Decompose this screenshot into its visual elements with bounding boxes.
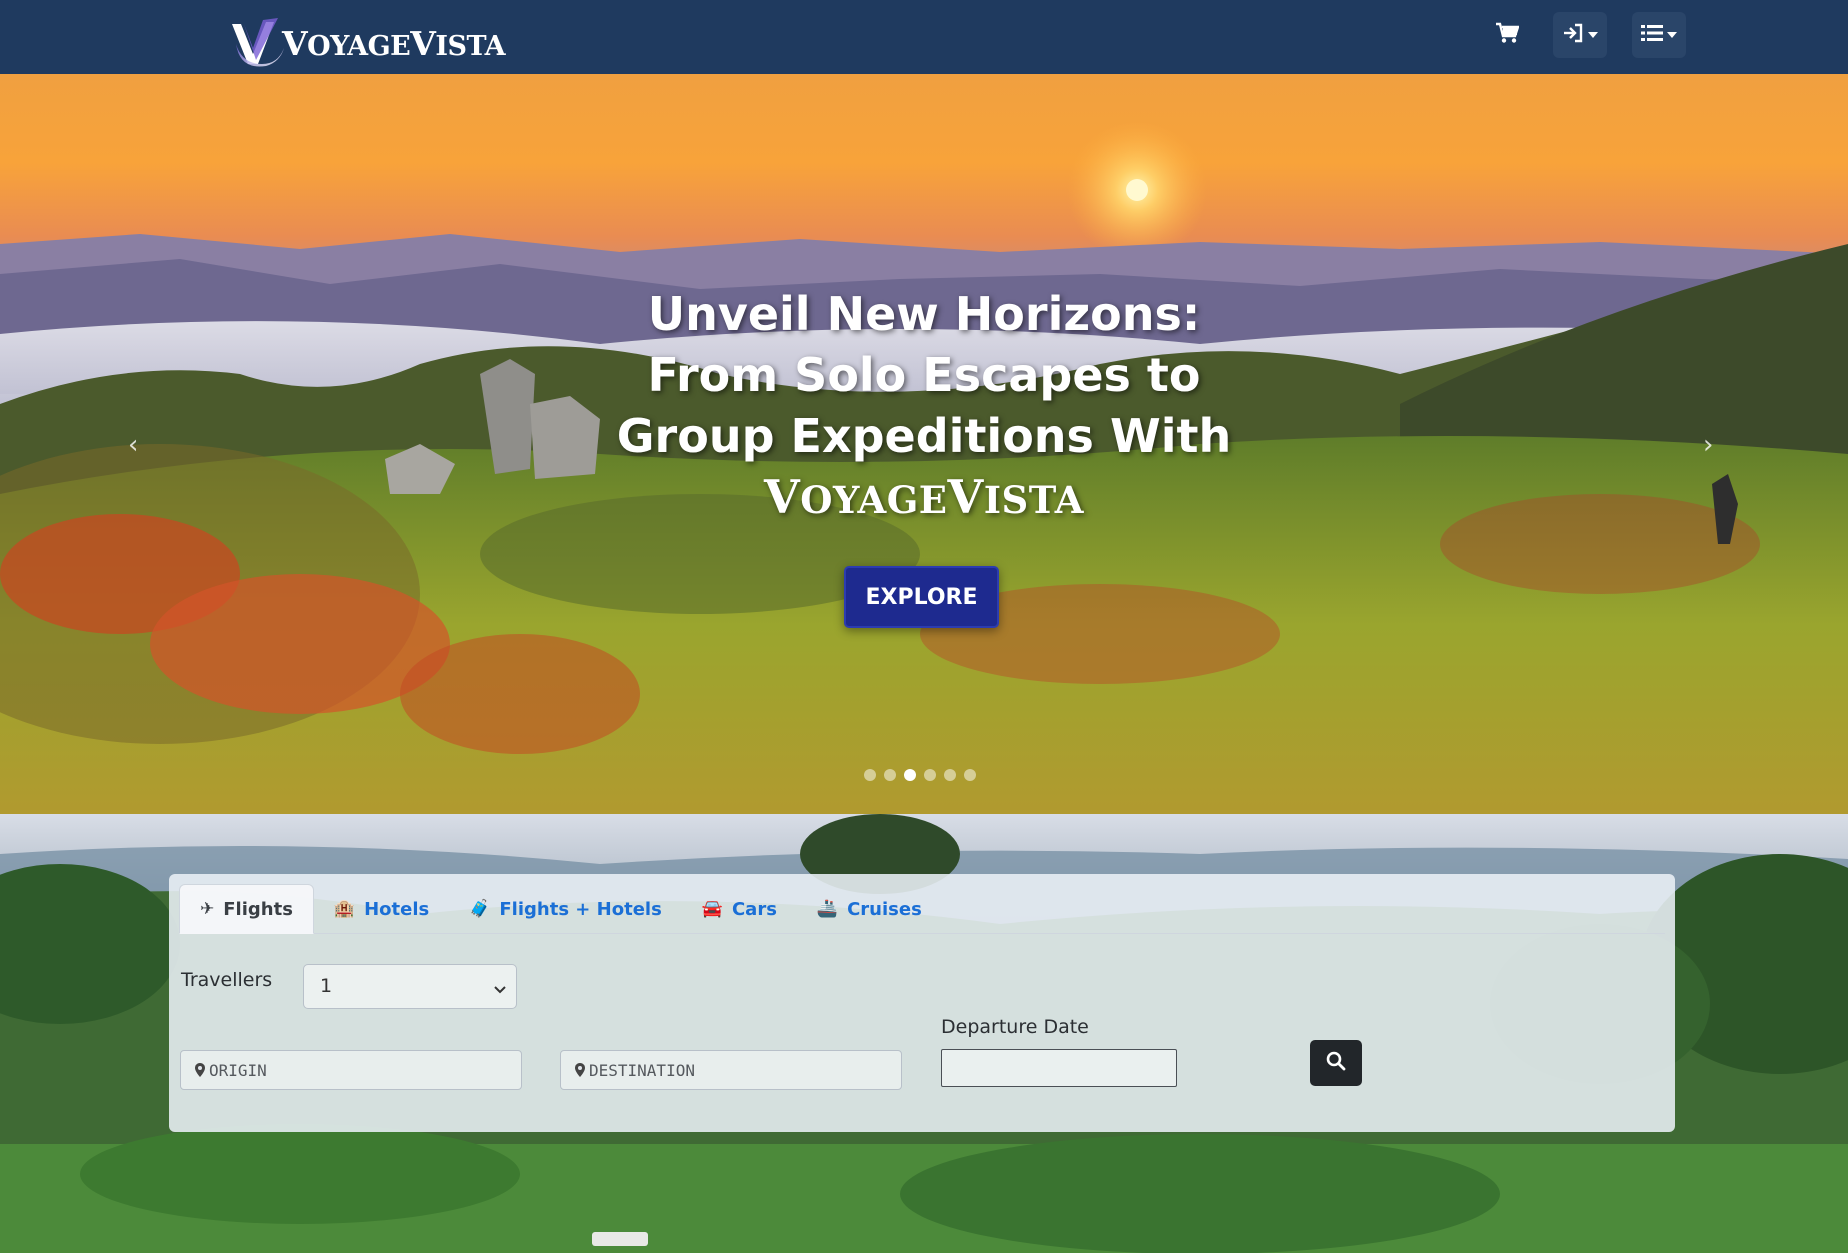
carousel-next-button[interactable]: › — [1703, 430, 1713, 460]
brand-name: VOYAGEVISTA — [282, 23, 506, 63]
tab-flights[interactable]: ✈ Flights — [179, 884, 314, 934]
departure-date-input[interactable] — [941, 1049, 1177, 1087]
hero-heading-line: Unveil New Horizons: — [647, 287, 1201, 341]
carousel-indicator[interactable] — [964, 769, 976, 781]
hero-heading-brand: VOYAGEVISTA — [764, 470, 1084, 524]
carousel-indicator-active[interactable] — [904, 769, 916, 781]
chevron-down-icon — [1588, 32, 1598, 38]
hero-heading: Unveil New Horizons: From Solo Escapes t… — [574, 284, 1274, 531]
search-panel: ✈ Flights 🏨 Hotels 🧳 Flights + Hotels 🚘 … — [169, 874, 1675, 1132]
cart-button[interactable] — [1490, 12, 1524, 58]
map-marker-icon — [575, 1063, 585, 1077]
carousel-indicator[interactable] — [864, 769, 876, 781]
list-icon — [1641, 24, 1663, 46]
origin-input[interactable]: ORIGIN — [180, 1050, 522, 1090]
login-dropdown-button[interactable] — [1553, 12, 1607, 58]
tab-cars[interactable]: 🚘 Cars — [682, 884, 797, 934]
sign-in-icon — [1562, 23, 1584, 47]
hero-heading-line: Group Expeditions With — [616, 409, 1232, 463]
luggage-icon: 🧳 — [469, 899, 491, 919]
carousel-indicator[interactable] — [944, 769, 956, 781]
carousel-indicator[interactable] — [884, 769, 896, 781]
car-icon: 🚘 — [701, 899, 723, 919]
hero-carousel: ‹ › Unveil New Horizons: From Solo Escap… — [0, 74, 1848, 814]
brand-logo-link[interactable]: VOYAGEVISTA — [226, 14, 506, 70]
tab-cruises[interactable]: 🚢 Cruises — [797, 884, 942, 934]
travellers-select[interactable]: 1 — [303, 964, 517, 1009]
hero-heading-line: From Solo Escapes to — [647, 348, 1201, 402]
departure-date-label: Departure Date — [941, 1016, 1089, 1038]
map-marker-icon — [195, 1063, 205, 1077]
search-icon — [1326, 1051, 1346, 1075]
tab-hotels[interactable]: 🏨 Hotels — [314, 884, 449, 934]
brand-logo-icon — [226, 14, 288, 70]
menu-dropdown-button[interactable] — [1632, 12, 1686, 58]
plane-icon: ✈ — [200, 899, 215, 919]
hotel-icon: 🏨 — [333, 899, 356, 919]
destination-input[interactable]: DESTINATION — [560, 1050, 902, 1090]
carousel-prev-button[interactable]: ‹ — [128, 430, 138, 460]
chevron-down-icon — [494, 978, 506, 1000]
top-navbar: VOYAGEVISTA — [0, 0, 1848, 74]
tab-flights-hotels[interactable]: 🧳 Flights + Hotels — [449, 884, 682, 934]
carousel-indicator[interactable] — [924, 769, 936, 781]
chevron-down-icon — [1667, 32, 1677, 38]
travellers-label: Travellers — [181, 969, 273, 991]
explore-button[interactable]: EXPLORE — [844, 566, 999, 628]
carousel-indicators — [864, 769, 976, 781]
search-section: ✈ Flights 🏨 Hotels 🧳 Flights + Hotels 🚘 … — [0, 814, 1848, 1253]
search-tabs: ✈ Flights 🏨 Hotels 🧳 Flights + Hotels 🚘 … — [179, 884, 1665, 934]
cart-icon — [1495, 22, 1520, 48]
search-button[interactable] — [1310, 1040, 1362, 1086]
ship-icon: 🚢 — [816, 899, 839, 919]
